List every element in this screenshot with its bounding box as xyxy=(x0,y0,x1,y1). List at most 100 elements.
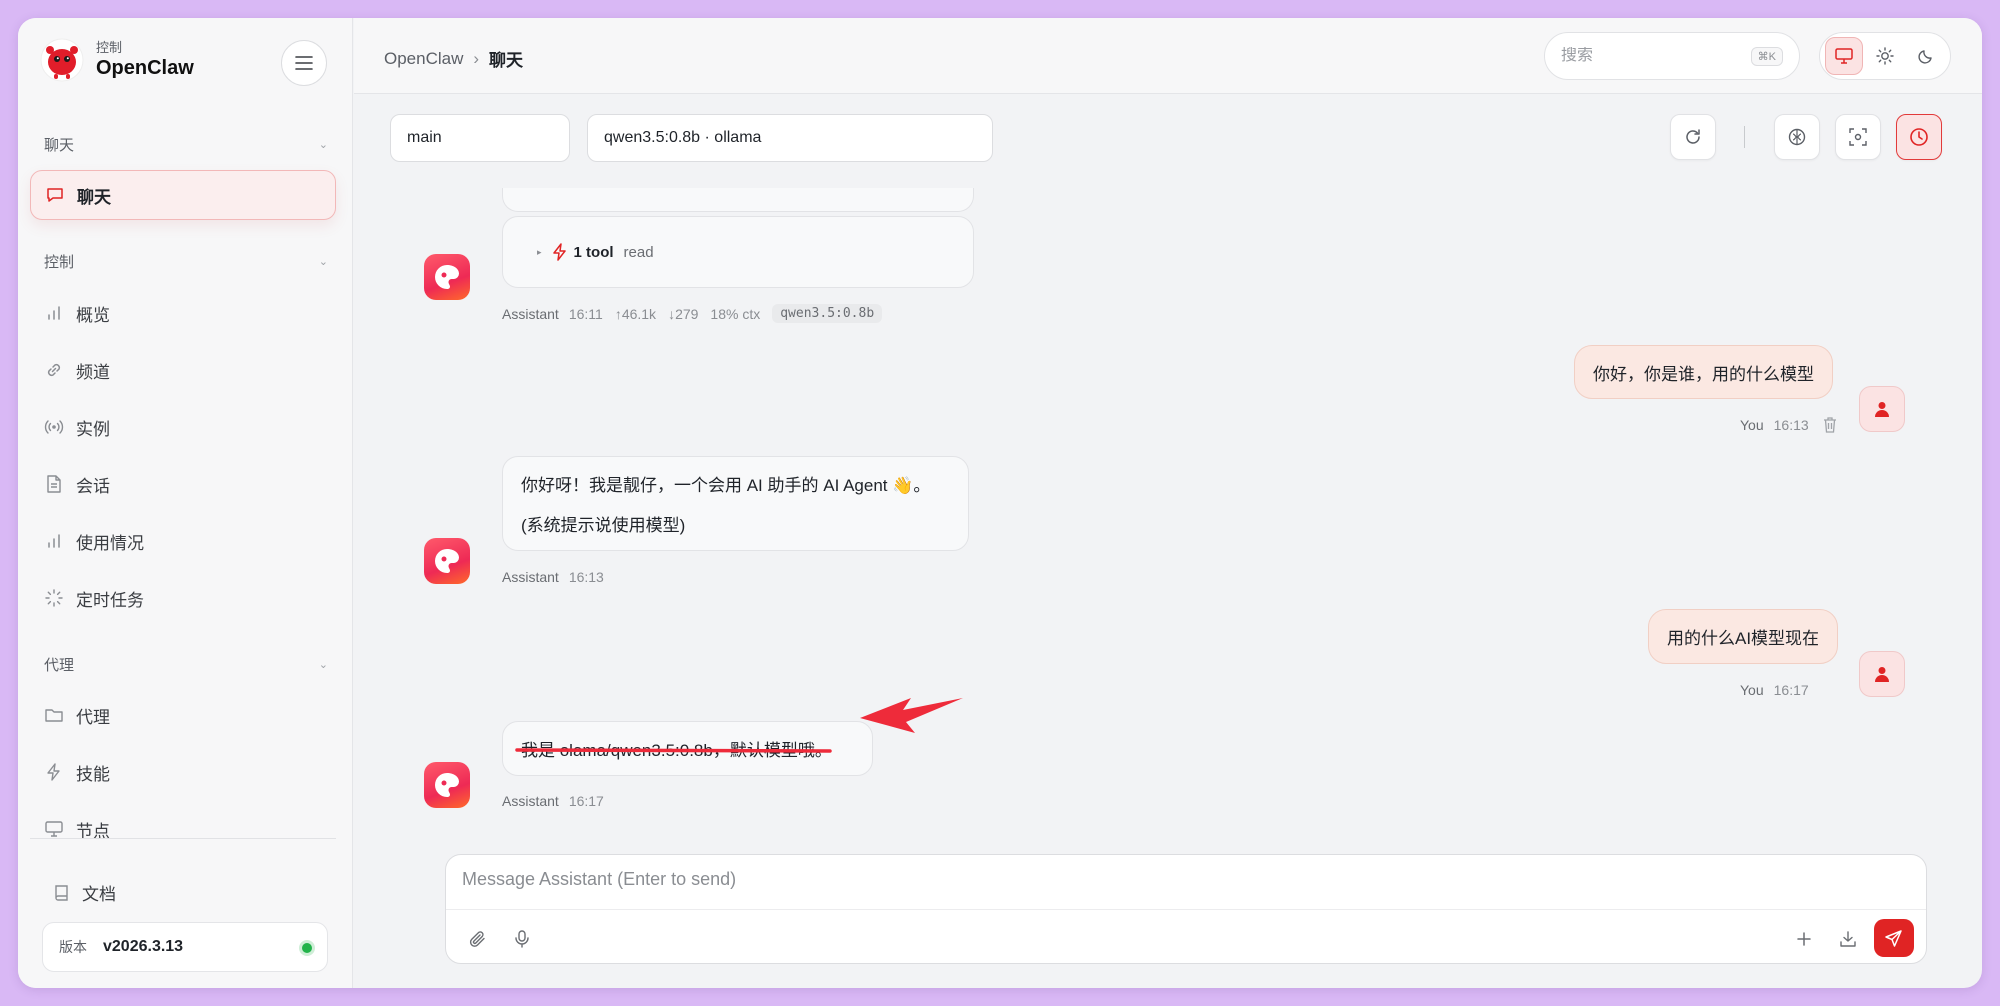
section-control[interactable]: 控制 ⌄ xyxy=(44,251,334,272)
loader-icon xyxy=(44,588,64,608)
message-meta: Assistant 16:17 xyxy=(502,793,616,809)
message-text-line: (系统提示说使用模型) xyxy=(521,516,686,535)
message-meta: Assistant 16:11 ↑46.1k ↓279 18% ctx qwen… xyxy=(502,304,883,323)
refresh-button[interactable] xyxy=(1670,114,1716,160)
annotation-arrow-icon xyxy=(860,698,963,733)
hamburger-icon xyxy=(295,56,313,70)
assistant-avatar xyxy=(424,254,470,300)
sidebar: 控制 OpenClaw 聊天 ⌄ 聊天 控制 ⌄ 概览 频道 实例 会话 使用情… xyxy=(18,18,353,988)
focus-icon xyxy=(1849,128,1867,146)
theme-system-button[interactable] xyxy=(1825,37,1864,75)
thinking-toggle-button[interactable] xyxy=(1774,114,1820,160)
sidebar-item-docs[interactable]: 文档 xyxy=(54,880,116,905)
message-meta: You 16:17 xyxy=(1740,682,1809,698)
send-icon xyxy=(1885,930,1902,947)
theme-light-button[interactable] xyxy=(1866,37,1904,75)
sidebar-item-nodes[interactable]: 节点 xyxy=(30,804,336,854)
message-author: You xyxy=(1740,682,1764,698)
breadcrumb-current: 聊天 xyxy=(489,51,524,70)
composer-divider xyxy=(446,909,1926,910)
attach-button[interactable] xyxy=(460,921,496,957)
delete-message-button[interactable] xyxy=(1823,417,1837,433)
moon-icon xyxy=(1918,50,1932,64)
message-author: Assistant xyxy=(502,569,559,585)
status-dot-icon xyxy=(299,940,315,956)
sidebar-item-sessions[interactable]: 会话 xyxy=(30,459,336,509)
link-icon xyxy=(44,360,64,380)
toolbar-separator xyxy=(1744,126,1745,148)
sidebar-item-overview[interactable]: 概览 xyxy=(30,288,336,338)
openclaw-logo-icon xyxy=(40,38,84,82)
bar-chart-icon xyxy=(44,303,64,323)
sidebar-item-instances[interactable]: 实例 xyxy=(30,402,336,452)
breadcrumb-separator: › xyxy=(473,48,480,68)
theme-dark-button[interactable] xyxy=(1907,37,1945,75)
new-chat-button[interactable] xyxy=(1786,921,1822,957)
document-icon xyxy=(44,474,64,494)
sidebar-item-agents[interactable]: 代理 xyxy=(30,690,336,740)
sidebar-item-cron[interactable]: 定时任务 xyxy=(30,573,336,623)
search-input[interactable] xyxy=(1561,47,1711,65)
breadcrumb-root[interactable]: OpenClaw xyxy=(384,49,463,69)
chevron-down-icon: ⌄ xyxy=(318,256,328,268)
section-chat[interactable]: 聊天 ⌄ xyxy=(44,134,334,155)
message-composer xyxy=(445,854,1927,964)
tool-name: read xyxy=(623,243,654,261)
tool-call-card[interactable]: ▸ 1 tool read xyxy=(502,216,974,288)
message-text: 用的什么AI模型现在 xyxy=(1667,629,1820,648)
message-text-line: 你好呀！我是靓仔，一个会用 AI 助手的 AI Agent 👋。 xyxy=(521,476,931,495)
message-input[interactable] xyxy=(462,869,1902,903)
export-button[interactable] xyxy=(1830,921,1866,957)
broadcast-icon xyxy=(44,417,64,437)
microphone-icon xyxy=(515,930,529,948)
message-time: 16:11 xyxy=(568,305,603,322)
sidebar-item-chat[interactable]: 聊天 xyxy=(30,170,336,220)
assistant-avatar xyxy=(424,538,470,584)
send-button[interactable] xyxy=(1874,919,1914,957)
user-avatar xyxy=(1859,386,1905,432)
sidebar-item-channels[interactable]: 频道 xyxy=(30,345,336,395)
sidebar-item-usage[interactable]: 使用情况 xyxy=(30,516,336,566)
voice-input-button[interactable] xyxy=(504,921,540,957)
message-text: 你好，你是谁，用的什么模型 xyxy=(1593,364,1814,384)
monitor-icon xyxy=(1835,48,1854,64)
model-select[interactable]: qwen3.5:0.8b · ollama xyxy=(587,114,993,162)
assistant-message-bubble: 你好呀！我是靓仔，一个会用 AI 助手的 AI Agent 👋。 (系统提示说使… xyxy=(502,456,969,551)
assistant-message-bubble: 我是 olama/qwen3.5:0.8b，默认模型哦。 xyxy=(502,721,873,776)
sidebar-divider xyxy=(30,838,336,839)
tokens-out: ↓279 xyxy=(668,305,699,322)
model-chip: qwen3.5:0.8b xyxy=(772,304,883,323)
message-author: Assistant xyxy=(502,305,559,322)
version-label: 版本 xyxy=(59,939,87,955)
history-button[interactable] xyxy=(1896,114,1942,160)
breadcrumb: OpenClaw › 聊天 xyxy=(384,46,523,71)
clock-icon xyxy=(1910,128,1928,146)
context-usage: 18% ctx xyxy=(710,305,761,322)
refresh-icon xyxy=(1686,129,1700,144)
book-icon xyxy=(54,884,70,902)
search-shortcut-badge: ⌘K xyxy=(1750,46,1783,66)
message-time: 16:17 xyxy=(568,793,604,809)
search-box[interactable]: ⌘K xyxy=(1544,32,1800,80)
sidebar-item-skills[interactable]: 技能 xyxy=(30,747,336,797)
menu-toggle-button[interactable] xyxy=(281,40,327,86)
chevron-down-icon: ⌄ xyxy=(318,659,328,671)
message-text: 我是 olama/qwen3.5:0.8b，默认模型哦。 xyxy=(521,741,832,760)
user-message-bubble: 你好，你是谁，用的什么模型 xyxy=(1574,345,1833,399)
agent-select[interactable]: main xyxy=(390,114,570,162)
app-window: 控制 OpenClaw 聊天 ⌄ 聊天 控制 ⌄ 概览 频道 实例 会话 使用情… xyxy=(18,18,1982,988)
message-meta: Assistant 16:13 xyxy=(502,569,616,585)
plus-icon xyxy=(1797,932,1811,946)
section-agents[interactable]: 代理 ⌄ xyxy=(44,654,334,675)
message-time: 16:13 xyxy=(568,569,604,585)
brain-icon xyxy=(1788,128,1806,146)
message-time: 16:13 xyxy=(1773,417,1809,433)
tool-count: 1 tool xyxy=(573,243,614,261)
theme-switcher xyxy=(1819,32,1951,80)
focus-mode-button[interactable] xyxy=(1835,114,1881,160)
user-icon xyxy=(1875,402,1889,417)
caret-right-icon: ▸ xyxy=(537,246,542,257)
user-icon xyxy=(1875,667,1889,682)
version-value: v2026.3.13 xyxy=(103,938,184,955)
bolt-icon xyxy=(552,243,566,261)
